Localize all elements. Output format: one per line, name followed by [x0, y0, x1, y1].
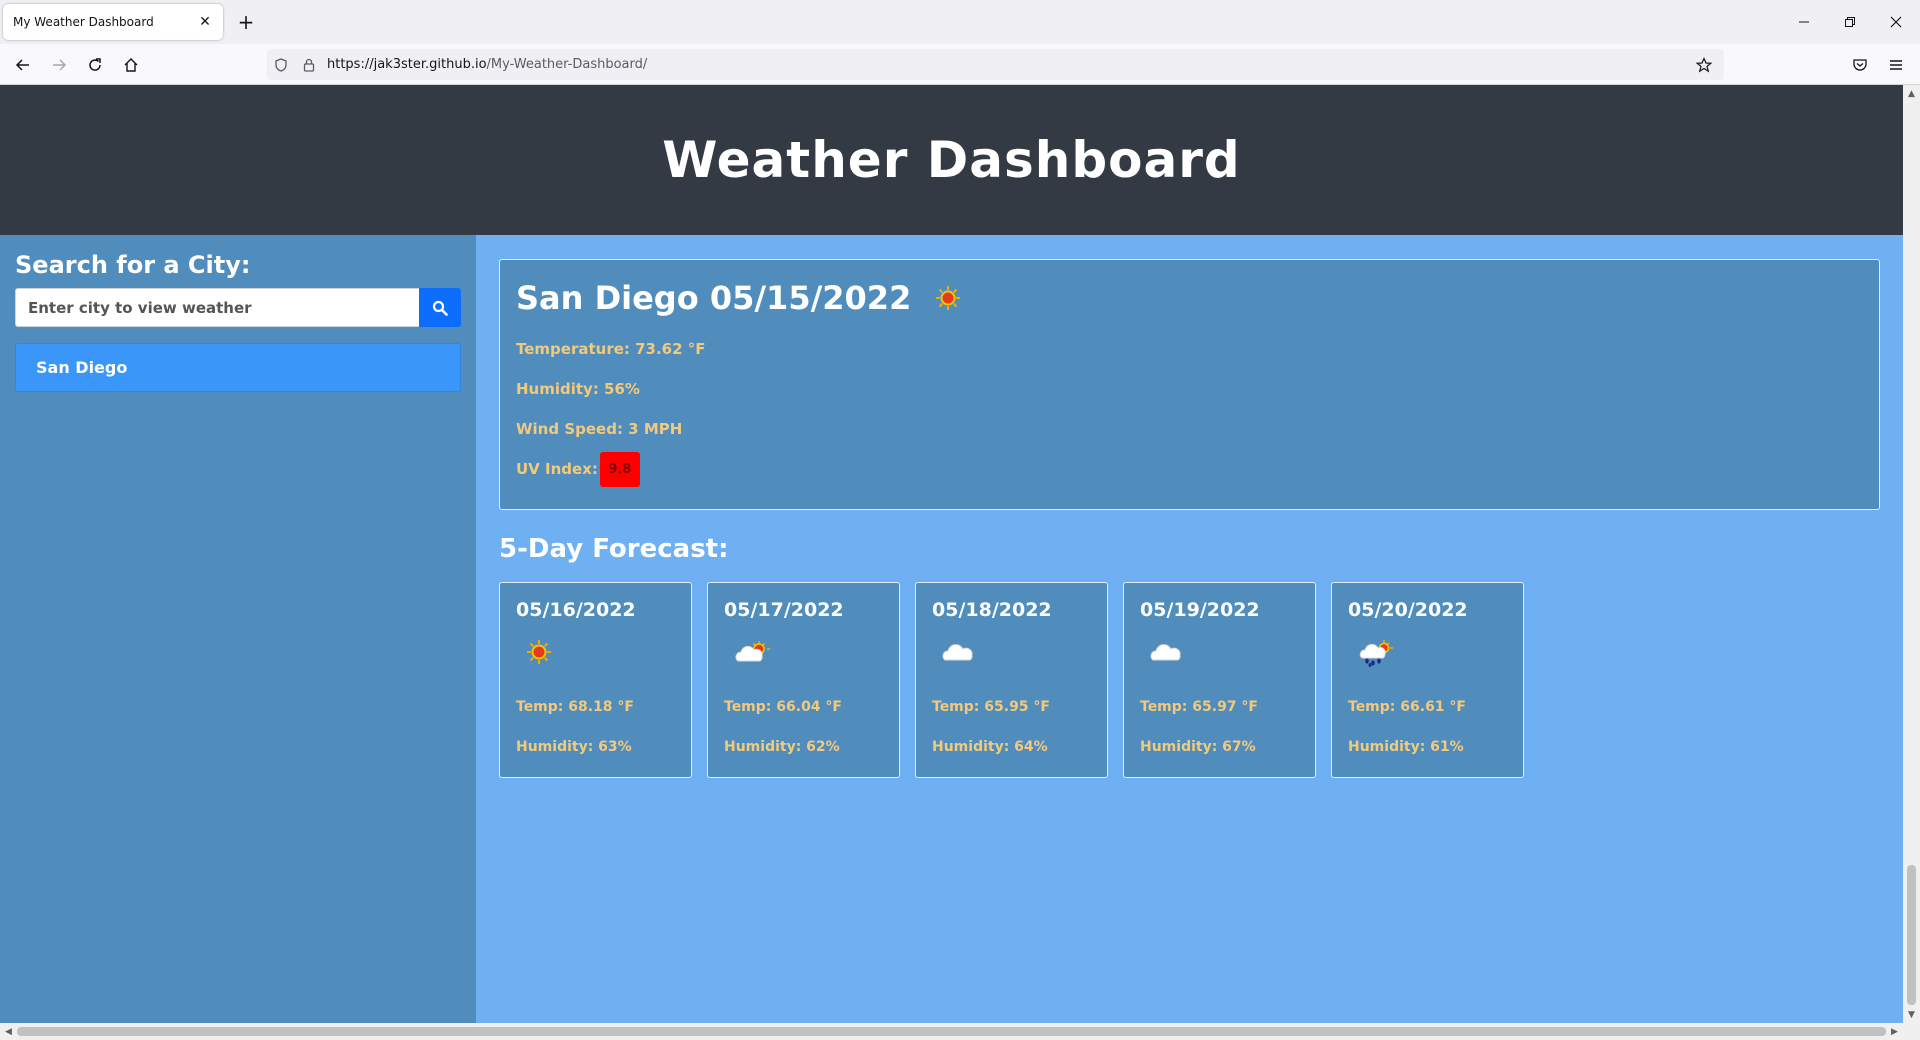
new-tab-button[interactable]: + [232, 8, 260, 36]
url-path: /My-Weather-Dashboard/ [486, 57, 648, 72]
browser-tab[interactable]: My Weather Dashboard ✕ [3, 4, 223, 40]
forecast-date: 05/20/2022 [1348, 599, 1468, 621]
forecast-date: 05/19/2022 [1140, 599, 1260, 621]
forecast-card: 05/17/2022 Temp: 66.04 °F Humidity: 62% [707, 582, 900, 778]
home-icon[interactable] [116, 50, 146, 80]
forecast-temp: Temp: 65.95 °F [932, 699, 1050, 715]
uv-label: UV Index: [516, 460, 598, 478]
restore-icon[interactable] [1827, 0, 1873, 44]
menu-icon[interactable] [1881, 50, 1911, 80]
forward-icon[interactable] [44, 50, 74, 80]
forecast-temp: Temp: 65.97 °F [1140, 699, 1258, 715]
sun-icon [516, 627, 675, 677]
vertical-scroll-thumb[interactable] [1907, 865, 1916, 1005]
browser-nav-bar: https://jak3ster.github.io/My-Weather-Da… [0, 44, 1920, 85]
forecast-heading: 5-Day Forecast: [499, 534, 729, 564]
current-weather-header: San Diego 05/15/2022 [516, 278, 1863, 318]
main-content: San Diego 05/15/2022 Temperature: 73.62 … [476, 235, 1903, 1023]
search-heading: Search for a City: [15, 251, 251, 279]
tab-title: My Weather Dashboard [13, 15, 154, 29]
bookmark-star-icon[interactable] [1690, 49, 1718, 80]
horizontal-scroll-thumb[interactable] [17, 1027, 1886, 1036]
forecast-humidity: Humidity: 67% [1140, 739, 1256, 755]
forecast-humidity: Humidity: 62% [724, 739, 840, 755]
browser-tab-bar: My Weather Dashboard ✕ + [0, 0, 1920, 44]
forecast-card: 05/19/2022 Temp: 65.97 °F Humidity: 67% [1123, 582, 1316, 778]
uv-badge: 9.8 [599, 451, 640, 487]
rain-sun-icon [1348, 627, 1507, 677]
forecast-humidity: Humidity: 64% [932, 739, 1048, 755]
back-icon[interactable] [8, 50, 38, 80]
forecast-card: 05/20/2022 Temp: 66.61 °F Humidity: 61% [1331, 582, 1524, 778]
tab-close-icon[interactable]: ✕ [197, 14, 213, 30]
history-city-button[interactable]: San Diego [15, 343, 461, 392]
forecast-card: 05/18/2022 Temp: 65.95 °F Humidity: 64% [915, 582, 1108, 778]
sidebar: Search for a City: San Diego [0, 235, 476, 1023]
forecast-date: 05/17/2022 [724, 599, 844, 621]
url-host: https://jak3ster.github.io [327, 57, 487, 72]
cloud-icon [1140, 627, 1299, 677]
horizontal-scrollbar[interactable]: ◀ ▶ [0, 1023, 1903, 1040]
forecast-temp: Temp: 66.04 °F [724, 699, 842, 715]
partly-cloudy-icon [724, 627, 883, 677]
forecast-date: 05/16/2022 [516, 599, 636, 621]
close-window-icon[interactable] [1873, 0, 1919, 44]
forecast-cards: 05/16/2022 Temp: 68.18 °F Humidity: 63% [499, 582, 1879, 778]
vertical-scrollbar[interactable]: ▲ ▼ [1903, 85, 1920, 1023]
city-search-input[interactable] [15, 288, 419, 327]
search-icon [432, 300, 448, 316]
page-header: Weather Dashboard [0, 85, 1903, 235]
forecast-humidity: Humidity: 63% [516, 739, 632, 755]
page: Weather Dashboard Search for a City: San… [0, 85, 1903, 1023]
current-uv-index: UV Index: 9.8 [516, 451, 1863, 487]
reload-icon[interactable] [80, 50, 110, 80]
current-humidity: Humidity: 56% [516, 380, 640, 398]
forecast-temp: Temp: 66.61 °F [1348, 699, 1466, 715]
current-wind-speed: Wind Speed: 3 MPH [516, 420, 683, 438]
forecast-temp: Temp: 68.18 °F [516, 699, 634, 715]
scroll-up-icon[interactable]: ▲ [1903, 85, 1920, 102]
scrollbar-corner [1903, 1023, 1920, 1040]
search-form [15, 288, 461, 327]
current-city-date: San Diego 05/15/2022 [516, 279, 912, 317]
current-weather-card: San Diego 05/15/2022 Temperature: 73.62 … [499, 259, 1880, 510]
search-button[interactable] [419, 288, 461, 327]
cloud-icon [932, 627, 1091, 677]
minimize-icon[interactable] [1781, 0, 1827, 44]
url-text: https://jak3ster.github.io/My-Weather-Da… [327, 57, 647, 72]
page-title: Weather Dashboard [662, 131, 1241, 189]
pocket-icon[interactable] [1845, 50, 1875, 80]
forecast-humidity: Humidity: 61% [1348, 739, 1464, 755]
sun-icon [933, 283, 963, 317]
current-temperature: Temperature: 73.62 °F [516, 340, 706, 358]
shield-icon[interactable] [267, 49, 295, 80]
scroll-left-icon[interactable]: ◀ [0, 1023, 17, 1040]
forecast-date: 05/18/2022 [932, 599, 1052, 621]
lock-icon[interactable] [295, 49, 323, 80]
search-history: San Diego [15, 343, 461, 392]
scroll-right-icon[interactable]: ▶ [1886, 1023, 1903, 1040]
url-bar[interactable]: https://jak3ster.github.io/My-Weather-Da… [267, 49, 1724, 80]
forecast-card: 05/16/2022 Temp: 68.18 °F Humidity: 63% [499, 582, 692, 778]
scroll-down-icon[interactable]: ▼ [1903, 1006, 1920, 1023]
